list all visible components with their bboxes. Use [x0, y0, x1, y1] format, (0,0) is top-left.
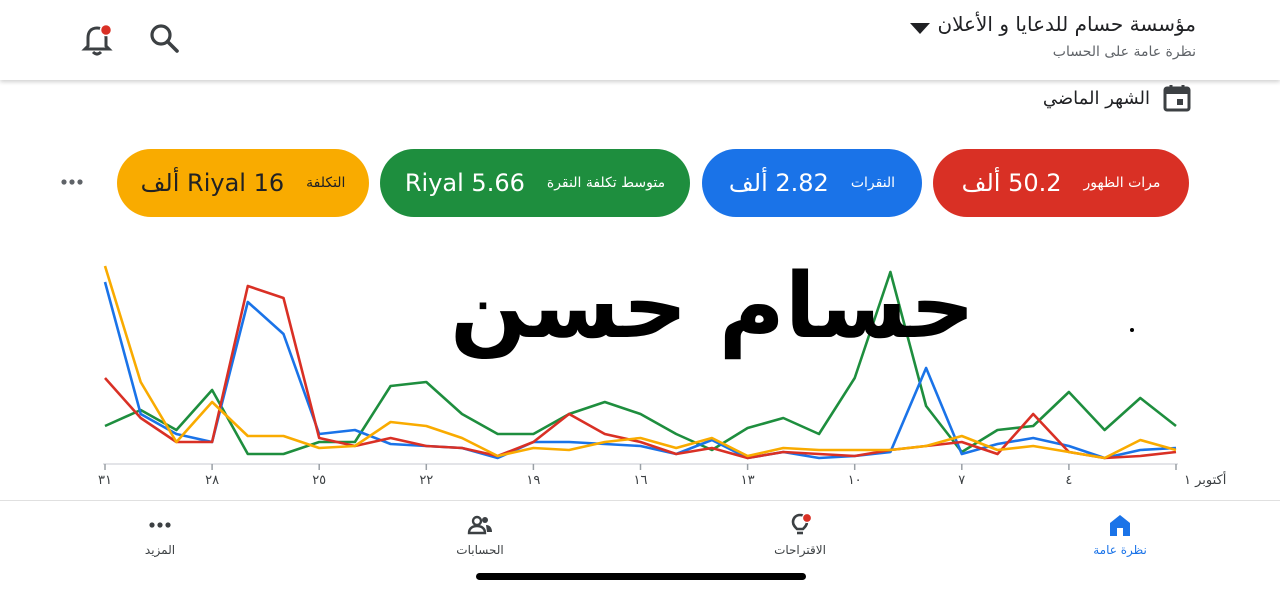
x-tick-label: ٣١: [98, 473, 112, 488]
metric-name: مرات الظهور: [1083, 175, 1161, 191]
watermark-text: حسام حسن: [450, 254, 975, 359]
metric-name: التكلفة: [306, 175, 346, 191]
top-app-bar: مؤسسة حسام للدعايا و الأعلان نظرة عامة ع…: [0, 0, 1280, 80]
x-tick-label: ١٠: [848, 473, 862, 488]
metric-value: 50.2 ألف: [961, 169, 1062, 197]
lightbulb-icon: [791, 512, 813, 535]
account-name[interactable]: مؤسسة حسام للدعايا و الأعلان: [937, 12, 1196, 36]
home-indicator: [476, 573, 806, 580]
nav-label: المزيد: [144, 543, 176, 557]
x-tick-label: ١٦: [634, 473, 648, 488]
accounts-icon: [467, 515, 492, 535]
nav-recommendations[interactable]: الاقتراحات: [740, 511, 860, 557]
x-tick-label: ٢٨: [205, 473, 219, 488]
date-range-selector[interactable]: الشهر الماضي: [1043, 82, 1192, 114]
metric-value: Riyal 16 ألف: [140, 169, 285, 197]
x-tick-label: ٢٢: [419, 473, 433, 488]
metric-name: النقرات: [850, 175, 896, 191]
metric-chip-clicks[interactable]: النقرات 2.82 ألف: [702, 149, 922, 217]
x-tick-label: ١٣: [741, 473, 755, 488]
metric-chip-avg-cpc[interactable]: متوسط تكلفة النقرة Riyal 5.66: [380, 149, 690, 217]
account-subtitle: نظرة عامة على الحساب: [1052, 44, 1196, 60]
more-horizontal-icon: [149, 522, 171, 528]
metric-name: متوسط تكلفة النقرة: [546, 175, 666, 191]
more-metrics-icon[interactable]: [58, 172, 88, 192]
caret-down-icon[interactable]: [908, 20, 932, 36]
calendar-icon: [1163, 85, 1191, 112]
metric-value: 2.82 ألف: [728, 169, 829, 197]
nav-label: الحسابات: [456, 543, 504, 557]
search-icon[interactable]: [148, 22, 182, 56]
x-tick-label: ١٩: [526, 473, 540, 488]
x-tick-label: أكتوبر ١: [1184, 471, 1226, 488]
nav-overview[interactable]: نظرة عامة: [1060, 511, 1180, 557]
x-tick-label: ٤: [1065, 473, 1072, 488]
home-icon: [1110, 515, 1130, 536]
bell-icon[interactable]: [80, 22, 114, 58]
x-tick-label: ٧: [958, 473, 965, 488]
x-tick-label: ٢٥: [312, 473, 326, 488]
date-range-label: الشهر الماضي: [1042, 87, 1150, 109]
metric-chip-cost[interactable]: التكلفة Riyal 16 ألف: [117, 149, 369, 217]
nav-accounts[interactable]: الحسابات: [420, 511, 540, 557]
nav-label: الاقتراحات: [774, 543, 826, 557]
nav-label: نظرة عامة: [1093, 543, 1147, 557]
metric-value: Riyal 5.66: [404, 169, 525, 197]
metric-chip-impressions[interactable]: مرات الظهور 50.2 ألف: [933, 149, 1189, 217]
stray-dot: [1130, 328, 1134, 332]
nav-more[interactable]: المزيد: [100, 511, 220, 557]
